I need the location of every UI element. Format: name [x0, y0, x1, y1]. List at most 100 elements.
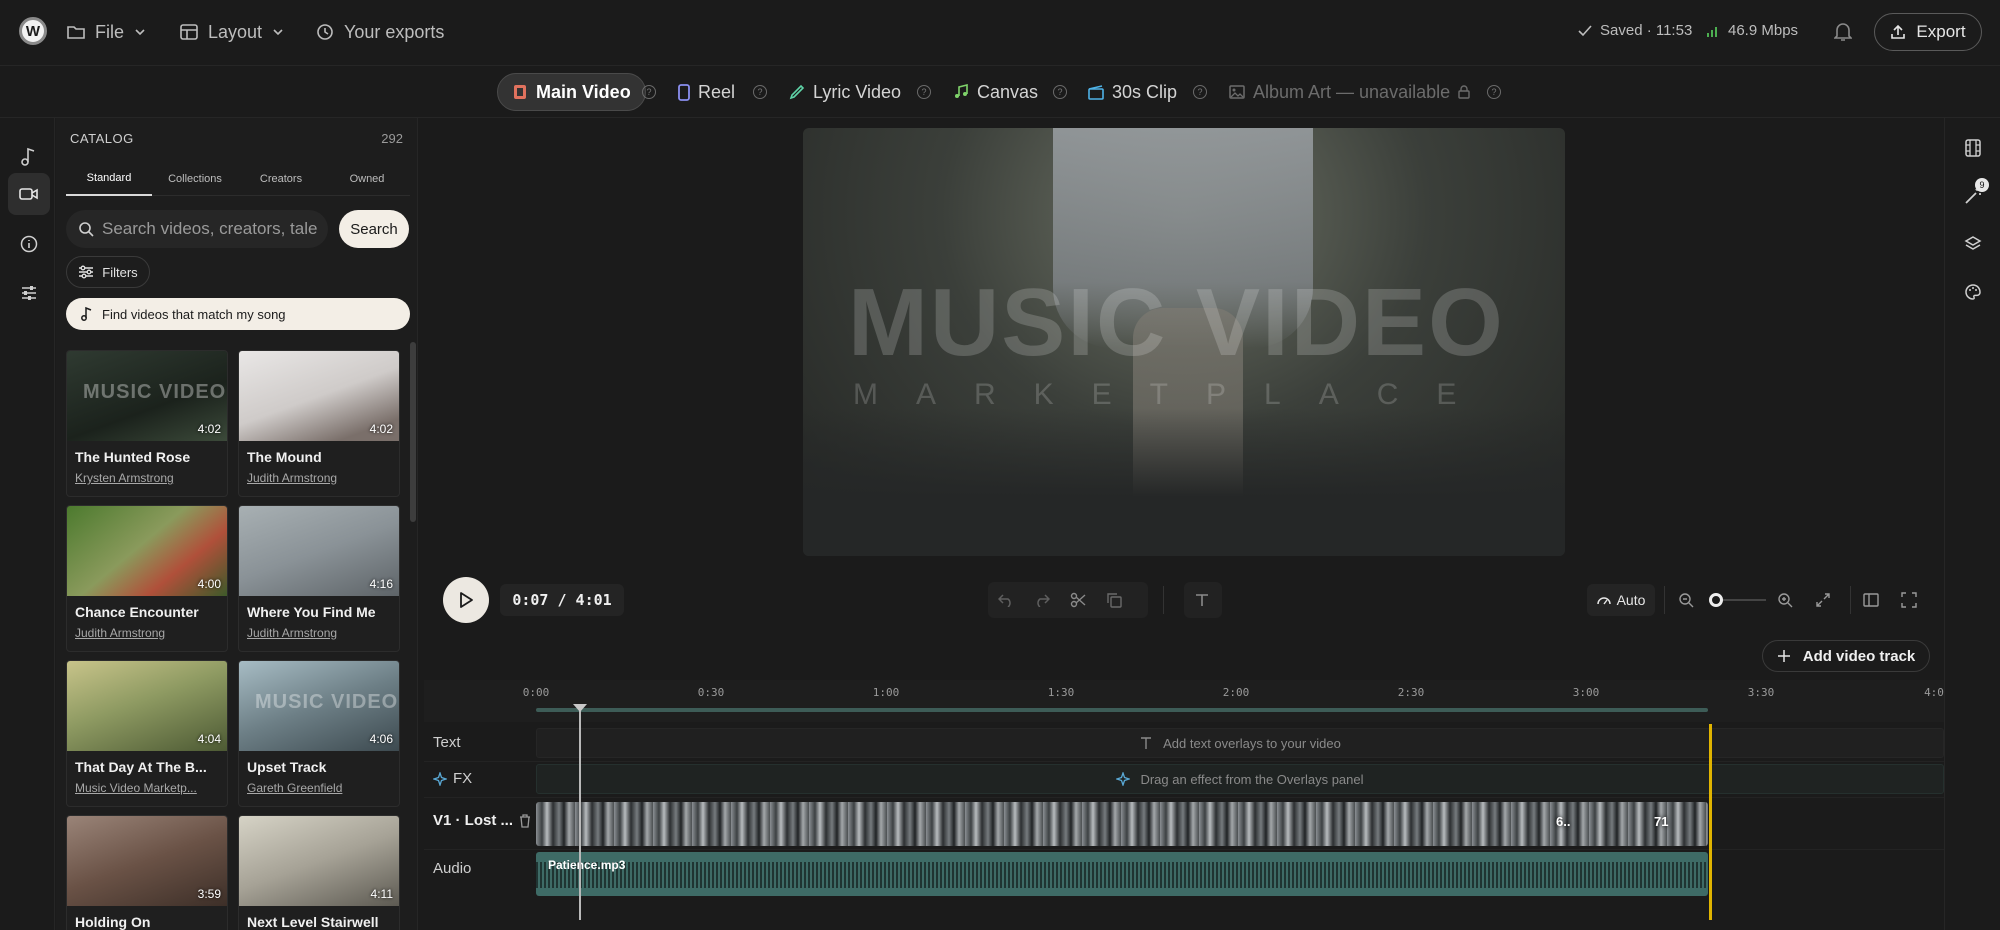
video-thumbnail: 4:16 — [239, 506, 399, 596]
tab-creators[interactable]: Creators — [238, 162, 324, 196]
zoom-in-button[interactable] — [1777, 592, 1793, 608]
ruler-tick-label: 1:00 — [872, 686, 900, 699]
zoom-slider-handle[interactable] — [1709, 593, 1723, 607]
redo-button[interactable] — [1024, 582, 1060, 618]
catalog-scrollbar[interactable] — [410, 342, 416, 522]
play-button[interactable] — [443, 577, 489, 623]
zoom-out-button[interactable] — [1678, 592, 1694, 608]
rail-audio-button[interactable] — [8, 135, 50, 177]
video-card[interactable]: 3:59 Holding On — [66, 815, 228, 930]
ruler-tick-label: 0:30 — [697, 686, 725, 699]
tab-standard[interactable]: Standard — [66, 162, 152, 196]
video-author-link[interactable]: Judith Armstrong — [75, 626, 165, 640]
app-logo[interactable]: W — [19, 17, 47, 45]
export-button[interactable]: Export — [1874, 13, 1982, 51]
video-title: The Mound — [247, 449, 322, 465]
chevron-down-icon — [273, 29, 283, 36]
file-menu-button[interactable]: File — [67, 18, 146, 46]
add-text-button[interactable] — [1184, 582, 1220, 618]
fullscreen-button[interactable] — [1901, 592, 1917, 608]
history-icon — [317, 24, 333, 40]
add-video-track-button[interactable]: Add video track — [1762, 640, 1930, 672]
rail-info-button[interactable] — [8, 223, 50, 265]
project-end-marker[interactable] — [1709, 724, 1712, 920]
zoom-in-icon — [1778, 593, 1793, 608]
rail-palette-button[interactable] — [1961, 280, 1985, 304]
fx-track-lane[interactable]: Drag an effect from the Overlays panel — [536, 764, 1944, 794]
video-card[interactable]: 4:00 Chance Encounter Judith Armstrong — [66, 505, 228, 652]
tab-reel[interactable]: Reel — [678, 73, 735, 111]
undo-button[interactable] — [988, 582, 1024, 618]
fx-track-hint: Drag an effect from the Overlays panel — [1140, 771, 1364, 787]
audio-clip[interactable]: Patience.mp3 — [536, 852, 1708, 896]
tab-owned[interactable]: Owned — [324, 162, 410, 196]
video-author-link[interactable]: Gareth Greenfield — [247, 781, 342, 795]
video-author-link[interactable]: Judith Armstrong — [247, 471, 337, 485]
rail-clips-button[interactable] — [1961, 136, 1985, 160]
layout-menu-button[interactable]: Layout — [180, 18, 284, 46]
tab-album-art-label: Album Art — unavailable — [1253, 81, 1451, 102]
tab-30s-clip[interactable]: 30s Clip — [1088, 73, 1177, 111]
tab-canvas[interactable]: Canvas — [953, 73, 1038, 111]
saved-status-text: Saved · 11:53 — [1600, 22, 1693, 39]
video-card[interactable]: 4:16 Where You Find Me Judith Armstrong — [238, 505, 400, 652]
tab-main-video[interactable]: Main Video — [497, 73, 646, 111]
help-icon[interactable]: ? — [1487, 85, 1501, 99]
lock-icon — [1458, 85, 1470, 99]
film-strip-icon — [1965, 139, 1981, 157]
video-clip[interactable]: 6.. 71 — [536, 802, 1708, 846]
duplicate-button[interactable] — [1096, 582, 1132, 618]
help-icon[interactable]: ? — [642, 85, 656, 99]
video-card[interactable]: MUSIC VIDEO 4:06 Upset Track Gareth Gree… — [238, 660, 400, 807]
video-author-link[interactable]: Music Video Marketp... — [75, 781, 197, 795]
split-button[interactable] — [1060, 582, 1096, 618]
trash-icon[interactable] — [519, 813, 531, 828]
timecode-display: 0:07 / 4:01 — [500, 584, 624, 616]
video-author-link[interactable]: Judith Armstrong — [247, 626, 337, 640]
video-thumbnail: 4:11 — [239, 816, 399, 906]
rail-video-button[interactable] — [8, 173, 50, 215]
zoom-divider — [1664, 586, 1665, 614]
split-view-button[interactable] — [1863, 592, 1879, 608]
timeline-ruler[interactable]: 0:00 0:30 1:00 1:30 2:00 2:30 3:00 3:30 … — [424, 680, 1944, 722]
video-card[interactable]: 4:11 Next Level Stairwell — [238, 815, 400, 930]
search-input[interactable] — [102, 219, 322, 239]
help-icon[interactable]: ? — [1193, 85, 1207, 99]
search-icon — [79, 222, 94, 237]
video-card[interactable]: 4:02 The Mound Judith Armstrong — [238, 350, 400, 497]
rail-adjustments-button[interactable] — [8, 272, 50, 314]
match-song-button[interactable]: Find videos that match my song — [66, 298, 410, 330]
notifications-button[interactable] — [1834, 22, 1852, 42]
help-icon[interactable]: ? — [917, 85, 931, 99]
video-card[interactable]: 4:04 That Day At The B... Music Video Ma… — [66, 660, 228, 807]
video-author-link[interactable]: Krysten Armstrong — [75, 471, 174, 485]
video-title: That Day At The B... — [75, 759, 207, 775]
output-tabs: Main Video ? Reel ? Lyric Video ? Canvas… — [0, 66, 2000, 118]
filters-button[interactable]: Filters — [66, 256, 150, 288]
view-divider — [1850, 586, 1851, 614]
search-button[interactable]: Search — [339, 210, 409, 248]
video-thumbnail: MUSIC VIDEO 4:02 — [67, 351, 227, 441]
playhead-line[interactable] — [579, 706, 581, 920]
upload-icon — [1891, 24, 1906, 39]
bell-icon — [1834, 23, 1852, 41]
tab-lyric-video[interactable]: Lyric Video — [789, 73, 901, 111]
video-preview[interactable]: MUSIC VIDEO MARKETPLACE — [803, 128, 1565, 556]
video-segment-label: 71 — [1654, 814, 1669, 829]
auto-zoom-button[interactable]: Auto — [1587, 584, 1655, 616]
help-icon[interactable]: ? — [753, 85, 767, 99]
rail-effects-button[interactable]: 9 — [1961, 178, 1989, 208]
text-track-lane[interactable]: Add text overlays to your video — [536, 728, 1944, 758]
video-title: Next Level Stairwell — [247, 914, 379, 930]
right-rail: 9 — [1944, 118, 2000, 930]
your-exports-label: Your exports — [344, 21, 445, 42]
bandwidth-text: 46.9 Mbps — [1728, 22, 1799, 39]
video-duration: 4:00 — [197, 577, 221, 591]
tab-collections[interactable]: Collections — [152, 162, 238, 196]
help-icon[interactable]: ? — [1053, 85, 1067, 99]
playhead-handle[interactable] — [573, 704, 587, 712]
fit-timeline-button[interactable] — [1815, 592, 1831, 608]
rail-layers-button[interactable] — [1961, 232, 1985, 256]
your-exports-button[interactable]: Your exports — [316, 18, 444, 46]
video-card[interactable]: MUSIC VIDEO 4:02 The Hunted Rose Krysten… — [66, 350, 228, 497]
